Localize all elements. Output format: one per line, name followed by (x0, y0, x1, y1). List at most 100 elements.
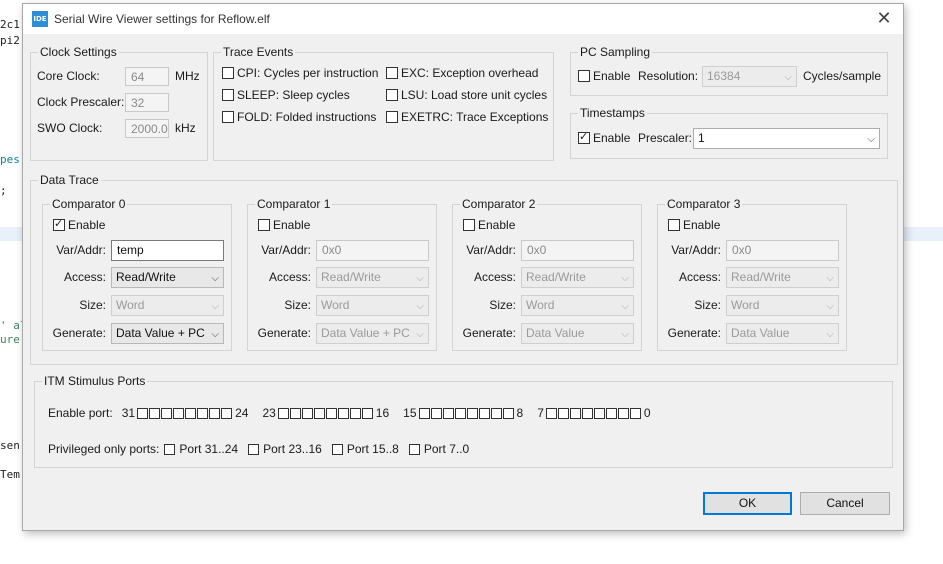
group-legend: Timestamps (578, 106, 647, 120)
generate-label: Generate: (667, 326, 721, 340)
comparator-1-group: Comparator 1 Enable Var/Addr: 0x0 Access… (247, 197, 437, 351)
comparator-2-access-select[interactable]: Read/Write ⌵ (521, 267, 634, 288)
comparator-2-size-select[interactable]: Word ⌵ (521, 295, 634, 316)
comparator-0-var-input[interactable]: temp (111, 240, 224, 261)
privileged-ports-row: Privileged only ports: Port 31..24 Port … (48, 442, 469, 456)
port-checkbox[interactable] (569, 407, 581, 419)
port-checkbox[interactable] (137, 407, 149, 419)
port-checkbox[interactable] (490, 407, 502, 419)
port-group-end: 24 (235, 406, 249, 420)
chevron-down-icon: ⌵ (211, 301, 219, 312)
port-checkbox[interactable] (185, 407, 197, 419)
comparator-3-enable-checkbox[interactable] (668, 219, 680, 231)
comparator-2-generate-select[interactable]: Data Value ⌵ (521, 323, 634, 344)
timestamps-enable-checkbox[interactable] (578, 130, 590, 144)
port-group-15-8 (418, 407, 515, 419)
comparator-1-access-select[interactable]: Read/Write ⌵ (316, 267, 429, 288)
group-legend: Trace Events (221, 45, 296, 59)
privileged-port-label: Port 31..24 (179, 442, 239, 456)
port-checkbox[interactable] (209, 407, 221, 419)
port-checkbox[interactable] (173, 407, 185, 419)
privileged-port-label: Port 15..8 (346, 442, 399, 456)
resolution-select[interactable]: 16384 ⌵ (702, 66, 797, 87)
size-label: Size: (284, 298, 311, 312)
port-checkbox[interactable] (361, 407, 373, 419)
comparator-1-size-select[interactable]: Word ⌵ (316, 295, 429, 316)
comparator-0-access-select[interactable]: Read/Write ⌵ (111, 267, 224, 288)
privileged-port-checkbox[interactable] (248, 443, 260, 455)
comparator-0-generate-select[interactable]: Data Value + PC ⌵ (111, 323, 224, 344)
privileged-port-checkbox[interactable] (408, 443, 420, 455)
comparator-1-var-input[interactable]: 0x0 (316, 240, 429, 261)
timestamps-group: Timestamps Enable Prescaler: 1 ⌵ (570, 106, 888, 159)
port-checkbox[interactable] (442, 407, 454, 419)
title-bar[interactable]: IDE Serial Wire Viewer settings for Refl… (23, 4, 903, 34)
privileged-port-checkbox[interactable] (164, 443, 176, 455)
timestamp-prescaler-select[interactable]: 1 ⌵ (693, 128, 880, 149)
size-value: Word (321, 298, 350, 312)
comparator-1-generate-select[interactable]: Data Value + PC ⌵ (316, 323, 429, 344)
size-label: Size: (79, 298, 106, 312)
port-checkbox[interactable] (349, 407, 361, 419)
comparator-2-var-input[interactable]: 0x0 (521, 240, 634, 261)
generate-label: Generate: (462, 326, 516, 340)
comparator-0-size-select[interactable]: Word ⌵ (111, 295, 224, 316)
close-icon[interactable]: ✕ (873, 8, 895, 30)
ok-button[interactable]: OK (703, 492, 792, 515)
port-checkbox[interactable] (581, 407, 593, 419)
port-checkbox[interactable] (277, 407, 289, 419)
port-checkbox[interactable] (454, 407, 466, 419)
port-checkbox[interactable] (313, 407, 325, 419)
port-checkbox[interactable] (149, 407, 161, 419)
port-checkbox[interactable] (325, 407, 337, 419)
port-checkbox[interactable] (502, 407, 514, 419)
port-checkbox[interactable] (337, 407, 349, 419)
comparator-title: Comparator 2 (460, 197, 538, 211)
port-checkbox[interactable] (430, 407, 442, 419)
pc-sampling-enable-checkbox[interactable] (578, 70, 590, 82)
comparator-3-size-select[interactable]: Word ⌵ (726, 295, 839, 316)
port-checkbox[interactable] (161, 407, 173, 419)
enable-port-row: Enable port: 31 24 23 16 15 8 7 0 (48, 406, 651, 420)
core-clock-label: Core Clock: (37, 69, 100, 83)
port-checkbox[interactable] (197, 407, 209, 419)
lsu-checkbox[interactable] (386, 89, 398, 101)
comparator-2-enable-checkbox[interactable] (463, 219, 475, 231)
comparator-0-enable-checkbox[interactable] (53, 217, 65, 231)
comparator-3-generate-select[interactable]: Data Value ⌵ (726, 323, 839, 344)
cancel-button[interactable]: Cancel (800, 492, 890, 515)
exetrc-checkbox[interactable] (386, 111, 398, 123)
trace-events-group: Trace Events CPI: Cycles per instruction… (213, 45, 554, 161)
clock-prescaler-field[interactable]: 32 (125, 93, 169, 112)
swo-clock-field[interactable]: 2000.0 (125, 119, 169, 138)
port-checkbox[interactable] (466, 407, 478, 419)
fold-checkbox[interactable] (222, 111, 234, 123)
code-line: pi2 (0, 34, 20, 47)
comparator-1-enable-checkbox[interactable] (258, 219, 270, 231)
port-checkbox[interactable] (593, 407, 605, 419)
cpi-checkbox[interactable] (222, 67, 234, 79)
exc-label: EXC: Exception overhead (401, 66, 539, 80)
sleep-checkbox[interactable] (222, 89, 234, 101)
port-checkbox[interactable] (418, 407, 430, 419)
comparator-3-access-select[interactable]: Read/Write ⌵ (726, 267, 839, 288)
port-checkbox[interactable] (221, 407, 233, 419)
port-checkbox[interactable] (545, 407, 557, 419)
exc-checkbox[interactable] (386, 67, 398, 79)
chevron-down-icon: ⌵ (416, 301, 424, 312)
port-checkbox[interactable] (301, 407, 313, 419)
port-checkbox[interactable] (557, 407, 569, 419)
cpi-label: CPI: Cycles per instruction (237, 66, 379, 80)
enable-label: Enable (478, 218, 516, 232)
port-checkbox[interactable] (478, 407, 490, 419)
port-checkbox[interactable] (629, 407, 641, 419)
var-addr-label: Var/Addr: (261, 243, 311, 257)
port-checkbox[interactable] (617, 407, 629, 419)
app-icon: IDE (32, 11, 48, 27)
privileged-port-checkbox[interactable] (331, 443, 343, 455)
port-checkbox[interactable] (289, 407, 301, 419)
comparator-3-var-input[interactable]: 0x0 (726, 240, 839, 261)
port-checkbox[interactable] (605, 407, 617, 419)
core-clock-field[interactable]: 64 (125, 67, 169, 86)
port-group-start: 23 (262, 406, 276, 420)
